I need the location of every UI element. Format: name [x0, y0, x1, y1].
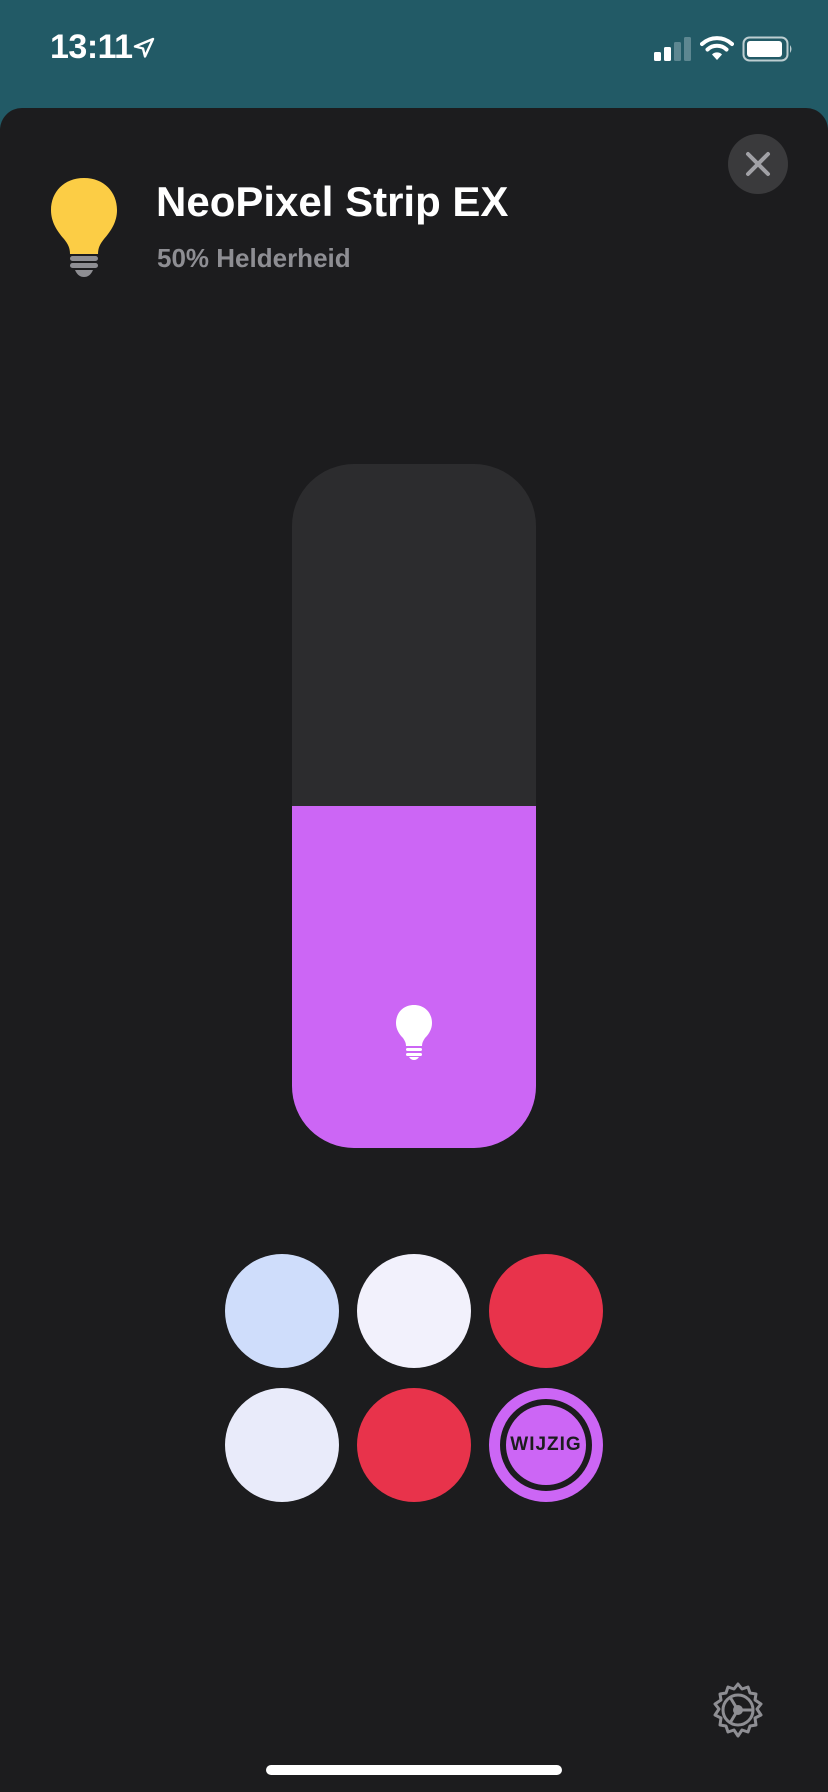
accessory-name: NeoPixel Strip EX [156, 178, 509, 225]
status-time: 13:11 [50, 28, 133, 66]
close-icon [746, 152, 770, 176]
battery-icon [742, 36, 792, 62]
close-button[interactable] [728, 134, 788, 194]
brightness-slider-fill [292, 806, 536, 1148]
gear-icon[interactable] [708, 1680, 768, 1740]
lightbulb-icon [396, 1005, 432, 1060]
color-swatch-3[interactable] [489, 1254, 603, 1368]
lightbulb-icon [51, 178, 117, 277]
color-swatch-4[interactable] [225, 1388, 339, 1502]
color-swatch-1[interactable] [225, 1254, 339, 1368]
color-swatch-2[interactable] [357, 1254, 471, 1368]
brightness-slider[interactable] [292, 464, 536, 1148]
location-arrow-icon [133, 37, 155, 58]
edit-color-button[interactable]: WIJZIG [489, 1388, 603, 1502]
cellular-signal-icon [654, 37, 691, 61]
wifi-icon [700, 36, 734, 60]
status-bar: 13:11 [0, 0, 828, 100]
home-indicator [266, 1765, 562, 1775]
edit-color-label: WIJZIG [510, 1434, 582, 1455]
color-swatch-5[interactable] [357, 1388, 471, 1502]
brightness-status: 50% Helderheid [157, 243, 351, 273]
edit-color-ring: WIJZIG [500, 1399, 592, 1491]
